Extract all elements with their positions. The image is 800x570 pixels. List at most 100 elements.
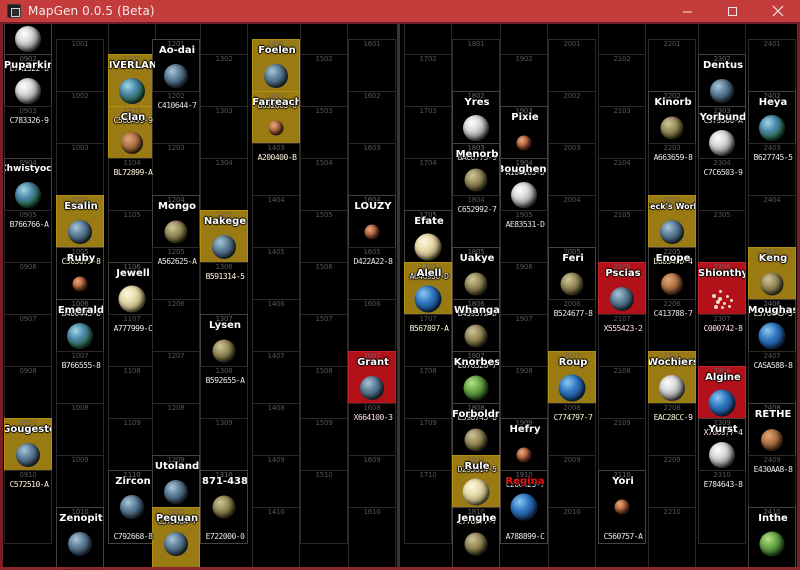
hex-cell[interactable]: 1803 Menorb C652992-7 bbox=[452, 143, 500, 217]
hex-cell[interactable]: 1410 bbox=[252, 507, 300, 570]
planet-icon bbox=[164, 64, 188, 88]
hex-cell[interactable]: 1204 Mongo A562625-A bbox=[152, 195, 200, 269]
hex-cell[interactable]: 1110 Zircon C792668-8 bbox=[108, 470, 156, 544]
hex-cell[interactable]: 1610 bbox=[348, 507, 396, 570]
hex-cell[interactable]: 1201 Ao-dai C410644-7 bbox=[152, 39, 200, 113]
hex-number: 1508 bbox=[315, 367, 333, 375]
window-controls bbox=[665, 0, 800, 22]
hex-number: 0907 bbox=[19, 315, 37, 323]
hex-number: 1610 bbox=[363, 508, 381, 516]
hex-cell[interactable]: 1810 Jenghe bbox=[452, 507, 500, 570]
hex-cell[interactable]: 2110 Yori C560757-A bbox=[598, 470, 646, 544]
hex-cell[interactable]: 1310 871-438 E722000-0 bbox=[200, 470, 248, 544]
hex-cell[interactable]: 0909GougesteC572510-A bbox=[4, 418, 52, 492]
hex-cell[interactable]: 2402 Heya B627745-5 bbox=[748, 91, 796, 165]
hex-cell[interactable]: 2408 RETHE E430AA8-8 bbox=[748, 403, 796, 477]
planet-icon bbox=[464, 532, 488, 556]
hex-number: 1408 bbox=[267, 404, 285, 412]
hex-cell[interactable]: 1307 Lysen B592655-A bbox=[200, 314, 248, 388]
hex-cell[interactable]: 0902 Puparkin C783326-9 bbox=[4, 54, 52, 128]
world-name: Yorbund bbox=[699, 112, 746, 123]
hex-number: 2102 bbox=[613, 55, 631, 63]
hex-number: 1303 bbox=[215, 107, 233, 115]
title-bar[interactable]: MapGen 0.0.5 (Beta) bbox=[0, 0, 800, 22]
hex-cell[interactable]: 1510 bbox=[300, 470, 348, 544]
world-name: Zenopit bbox=[59, 513, 103, 524]
world-uwp-code: C7C6503-9 bbox=[703, 168, 743, 177]
hex-number: 1409 bbox=[267, 456, 285, 464]
star-map-canvas[interactable]: 0901CondyoleE7A1522-80902PuparkinC783326… bbox=[0, 22, 800, 570]
planet-icon bbox=[414, 233, 442, 261]
planet-icon bbox=[68, 220, 92, 244]
world-name: RIVERLAND bbox=[108, 60, 155, 71]
planet-icon bbox=[264, 64, 288, 88]
hex-cell[interactable]: 2106 Pscias X555423-2 bbox=[598, 262, 646, 336]
hex-number: 1704 bbox=[419, 159, 437, 167]
world-name: Heya bbox=[758, 97, 788, 108]
planet-icon bbox=[464, 168, 488, 192]
world-name: Uakye bbox=[459, 253, 495, 264]
planet-icon bbox=[68, 532, 92, 556]
hex-cell[interactable]: 2010 bbox=[548, 507, 596, 570]
hex-cell[interactable]: 2207 Wochiers EAC28CC-9 bbox=[648, 351, 696, 425]
hex-number: 1203 bbox=[167, 144, 185, 152]
hex-cell[interactable]: 1706 Alell B567897-A bbox=[404, 262, 452, 336]
world-name: Menorb bbox=[455, 149, 499, 160]
world-uwp-code: B766555-8 bbox=[61, 361, 101, 370]
planet-icon bbox=[709, 130, 735, 156]
close-button[interactable] bbox=[755, 0, 800, 22]
hex-number: 2103 bbox=[613, 107, 631, 115]
hex-cell[interactable]: 2306 Shionthy C000742-8 bbox=[698, 262, 746, 336]
hex-number: 1710 bbox=[419, 471, 437, 479]
minimize-button[interactable] bbox=[665, 0, 710, 22]
hex-number: 2305 bbox=[713, 211, 731, 219]
hex-cell[interactable]: 2210 bbox=[648, 507, 696, 570]
planet-icon bbox=[67, 323, 93, 349]
hex-cell[interactable]: 2205 Enope C413788-7 bbox=[648, 247, 696, 321]
hex-cell[interactable]: 2202 Kinorb A663659-8 bbox=[648, 91, 696, 165]
hex-cell[interactable]: 0904ChwistyochB766766-A bbox=[4, 158, 52, 232]
hex-number: 1804 bbox=[467, 196, 485, 204]
hex-number: 2203 bbox=[663, 144, 681, 152]
hex-cell[interactable]: 1604 LOUZY D422A22-8 bbox=[348, 195, 396, 269]
planet-icon bbox=[610, 287, 634, 311]
world-name: Emerald bbox=[57, 305, 104, 316]
hex-cell[interactable]: 1904BougheneAE83531-D bbox=[500, 158, 548, 232]
world-name: Esalin bbox=[64, 201, 98, 212]
hex-cell[interactable]: 1010ZenopitC792668-8 bbox=[56, 507, 104, 570]
world-uwp-code: CASA588-8 bbox=[753, 361, 793, 370]
world-uwp-code: C783326-9 bbox=[9, 116, 49, 125]
hex-number: 1509 bbox=[315, 419, 333, 427]
hex-cell[interactable]: 1106 Jewell A777999-C bbox=[108, 262, 156, 336]
hex-cell[interactable]: 2007 Roup C774797-7 bbox=[548, 351, 596, 425]
hex-number: 1505 bbox=[315, 211, 333, 219]
app-cube-icon bbox=[6, 3, 22, 19]
hex-cell[interactable]: 2309 Yurst E784643-8 bbox=[698, 418, 746, 492]
hex-number: 1406 bbox=[267, 300, 285, 308]
world-uwp-code: AE83531-D bbox=[505, 220, 545, 229]
hex-cell[interactable]: 1006 Emerald B766555-8 bbox=[56, 299, 104, 373]
hex-number: 1907 bbox=[515, 315, 533, 323]
hex-number: 1905 bbox=[515, 211, 533, 219]
maximize-button[interactable] bbox=[710, 0, 755, 22]
world-uwp-code: A788899-C bbox=[505, 532, 545, 541]
hex-cell[interactable]: 2303 Yorbund C7C6503-9 bbox=[698, 106, 746, 180]
hex-cell[interactable]: 1305 Nakege B591314-5 bbox=[200, 210, 248, 284]
hex-number: 2206 bbox=[663, 300, 681, 308]
hex-cell[interactable]: 1103 Clan BL72899-A bbox=[108, 106, 156, 180]
hex-cell[interactable]: 2005 Feri B524677-8 bbox=[548, 247, 596, 321]
world-uwp-code: C572510-A bbox=[9, 480, 49, 489]
hex-cell[interactable]: 1710 bbox=[404, 470, 452, 544]
world-name: Zircon bbox=[115, 476, 151, 487]
hex-cell[interactable]: 2410 Inthe bbox=[748, 507, 796, 570]
world-uwp-code: X555423-2 bbox=[603, 324, 643, 333]
hex-cell[interactable]: 1607 Grant X664100-3 bbox=[348, 351, 396, 425]
hex-cell[interactable]: 1402 Farreach A200400-B bbox=[252, 91, 300, 165]
hex-cell[interactable]: 2406 Moughas CASA588-8 bbox=[748, 299, 796, 373]
hex-cell[interactable]: 1910 Regina A788899-C bbox=[500, 470, 548, 544]
hex-number: 0910 bbox=[19, 471, 37, 479]
hex-cell[interactable]: 1210 Pequan bbox=[152, 507, 200, 570]
world-uwp-code: C413788-7 bbox=[653, 309, 693, 318]
world-uwp-code: B592655-A bbox=[205, 376, 245, 385]
hex-number: 2109 bbox=[613, 419, 631, 427]
